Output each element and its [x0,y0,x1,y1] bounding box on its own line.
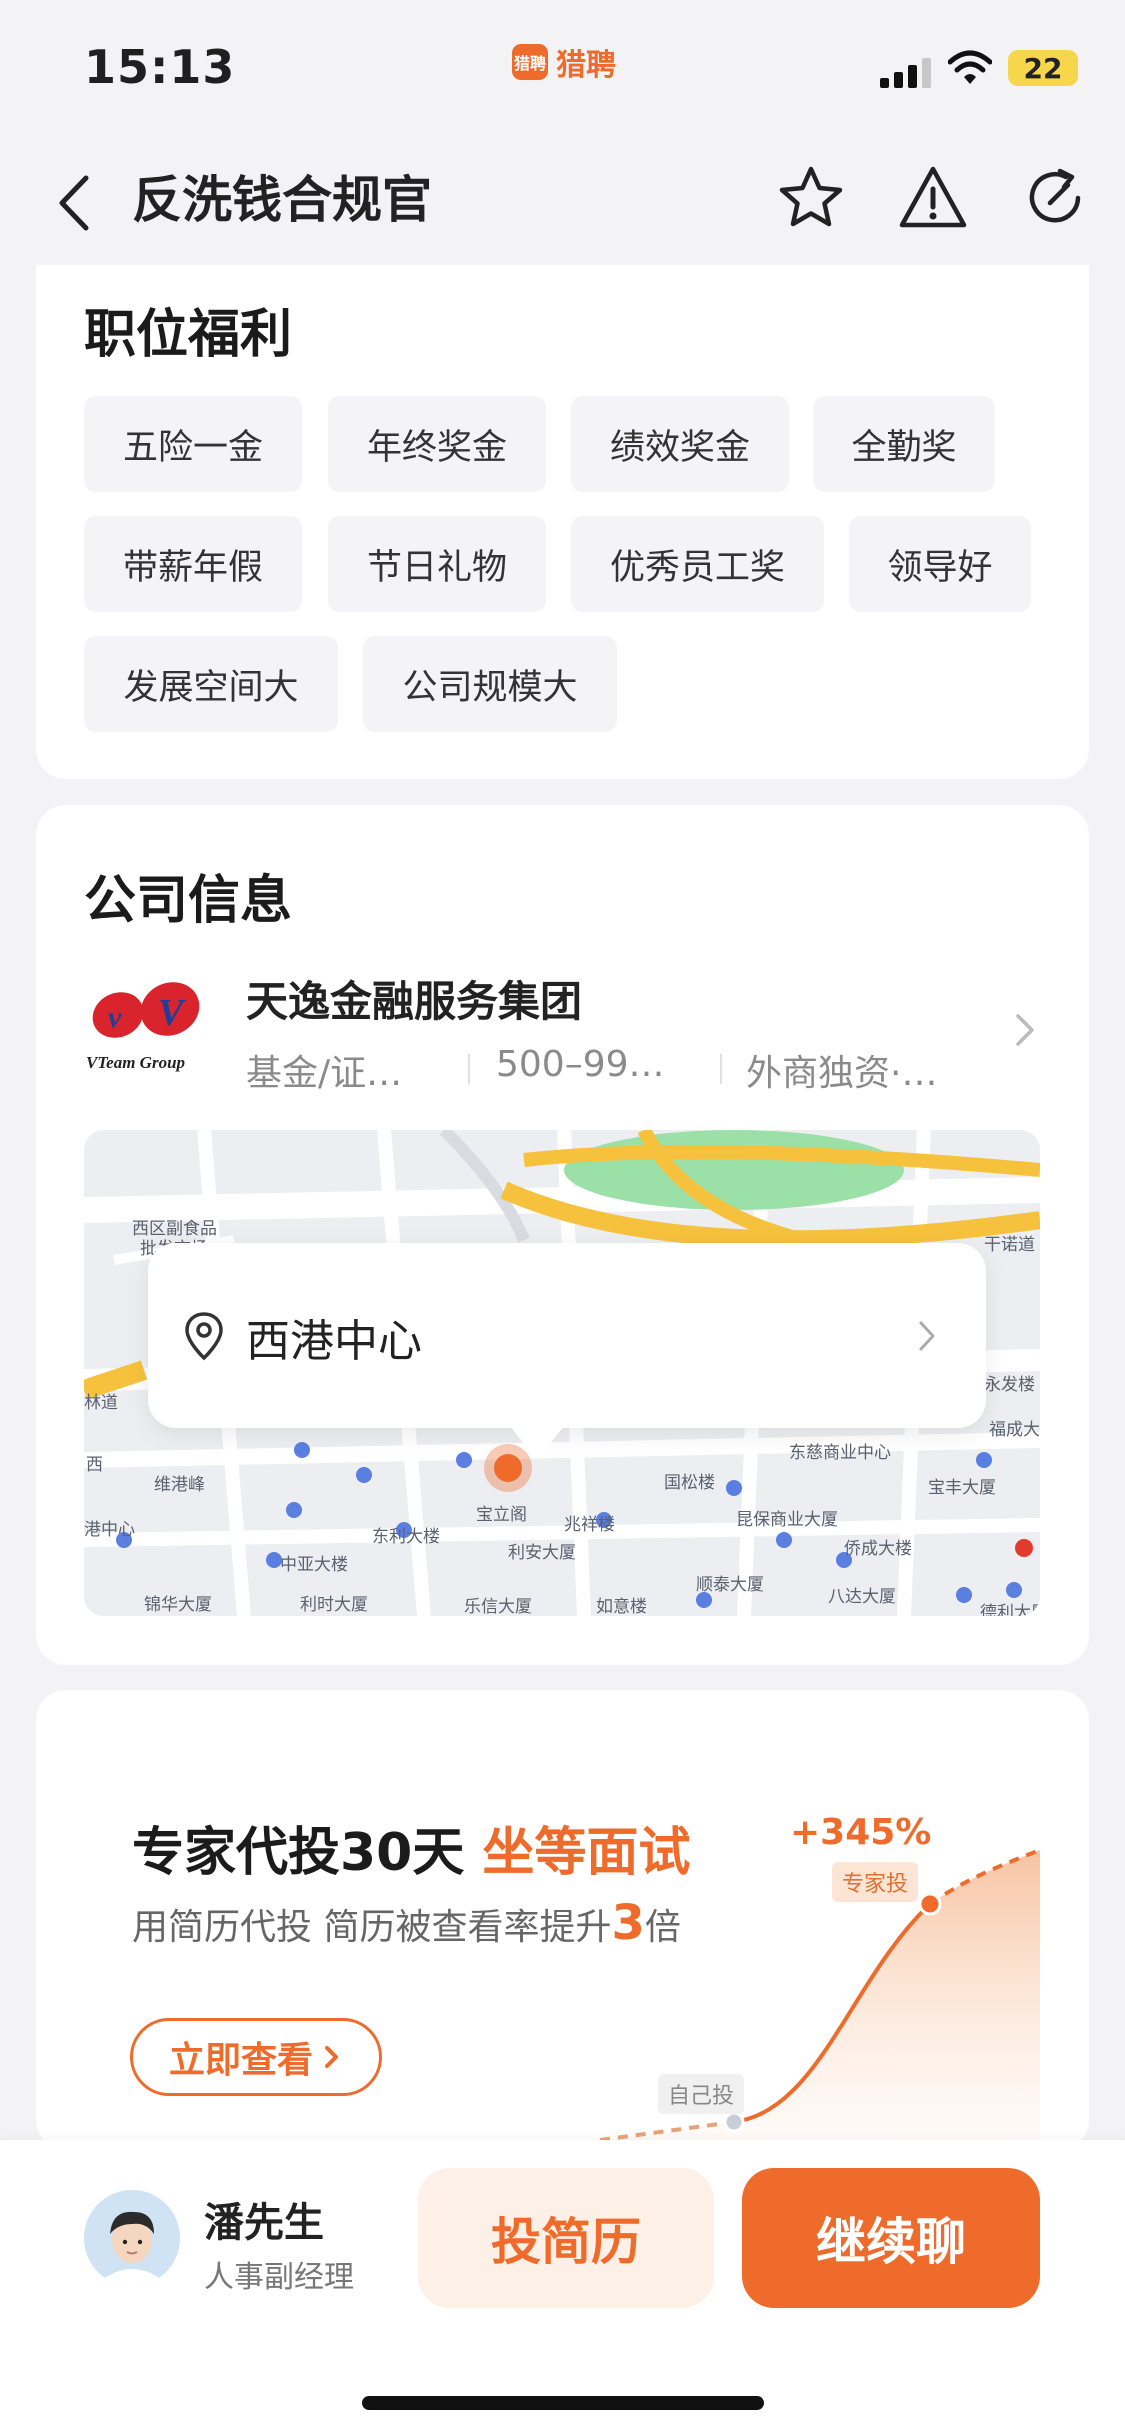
chevron-right-icon[interactable] [916,1318,938,1354]
cellular-signal-icon [880,58,931,88]
battery-indicator: 22 [1008,50,1078,86]
benefit-tag: 绩效奖金 [571,396,789,492]
map-label: 国松楼 [664,1473,715,1493]
send-resume-button[interactable]: 投简历 [418,2168,714,2308]
avatar-icon [84,2190,180,2286]
promo-title-main: 专家代投30天 [132,1823,465,1883]
svg-text:V: V [158,992,186,1034]
benefit-tag: 领导好 [849,516,1031,612]
company-name[interactable]: 天逸金融服务集团 [246,968,582,1029]
avatar[interactable] [84,2190,180,2286]
meta-divider [468,1054,470,1084]
refresh-icon[interactable] [1020,163,1090,233]
self-label: 自己投 [658,2074,745,2114]
promo-subtitle-num: 3 [611,1895,645,1951]
benefits-title: 职位福利 [84,305,293,365]
chevron-right-icon [325,2046,338,2068]
map-label: 锦华大厦 [144,1595,212,1615]
map-label: 昆保商业大厦 [736,1510,838,1530]
star-icon[interactable] [776,163,846,233]
map-label: 林道 [84,1393,118,1413]
map-label: 利安大厦 [508,1543,576,1563]
map-label: 永发楼 [984,1375,1035,1395]
promo-subtitle: 用简历代投 简历被查看率提升3倍 [132,1895,681,1951]
expert-label: 专家投 [832,1862,919,1902]
home-indicator[interactable] [362,2396,764,2410]
view-now-label: 立即查看 [168,2040,313,2081]
hr-role: 人事副经理 [204,2260,354,2295]
map-label: 兆祥楼 [564,1515,615,1535]
page-title: 反洗钱合规官 [132,171,432,229]
map-label: 港中心 [84,1520,135,1540]
status-time: 15:13 [84,40,236,94]
location-name[interactable]: 西港中心 [246,1305,422,1369]
company-section-title: 公司信息 [84,871,293,931]
benefit-tag: 发展空间大 [84,636,338,732]
meta-divider [720,1054,722,1084]
benefit-tag: 年终奖金 [328,396,546,492]
benefit-tag: 优秀员工奖 [571,516,824,612]
app-indicator: 猎聘 猎聘 [512,40,616,84]
benefit-tag: 全勤奖 [813,396,995,492]
company-logo-text: VTeam Group [86,1053,186,1072]
company-size: 500–99… [496,1044,665,1085]
svg-text:v: v [108,1001,122,1034]
promo-title-highlight: 坐等面试 [482,1823,691,1883]
map-card-pointer [505,1420,569,1460]
promo-subtitle-pre: 用简历代投 简历被查看率提升 [132,1907,612,1948]
map-label: 宝立阁 [476,1505,527,1525]
promo-subtitle-post: 倍 [644,1907,681,1948]
app-name: 猎聘 [556,48,616,83]
benefit-tag: 节日礼物 [328,516,546,612]
map-label: 利时大厦 [300,1595,368,1615]
map-label: 中亚大楼 [280,1555,348,1575]
map-label: 侨成大楼 [844,1539,912,1559]
promo-title: 专家代投30天 坐等面试 [132,1810,690,1885]
growth-percentage: +345% [790,1812,932,1853]
map-label: 如意楼 [596,1597,647,1616]
map-label: 八达大厦 [828,1587,896,1607]
map-label: 乐信大厦 [464,1597,532,1616]
map-label: 东利大楼 [372,1527,440,1547]
benefit-tag: 带薪年假 [84,516,302,612]
chevron-right-icon[interactable] [1010,1008,1040,1052]
map-label: 宝丰大厦 [928,1478,996,1498]
continue-chat-button[interactable]: 继续聊 [742,2168,1040,2308]
map-label: 德利大厦 [980,1603,1040,1616]
company-logo-icon: v V [92,982,200,1038]
view-now-button[interactable]: 立即查看 [130,2018,382,2096]
company-logo[interactable]: v V VTeam Group [86,975,208,1075]
benefit-tag: 公司规模大 [363,636,617,732]
warning-icon[interactable] [898,163,968,233]
app-logo-icon: 猎聘 [512,44,548,80]
location-pin-icon [185,1312,223,1361]
company-industry: 基金/证… [246,1053,403,1094]
map-label: 顺泰大厦 [696,1575,764,1595]
map-label: 福成大 [989,1420,1040,1440]
company-type: 外商独资·… [746,1053,938,1094]
map-label: 东慈商业中心 [789,1443,891,1463]
map-label: 维港峰 [154,1475,205,1495]
hr-name: 潘先生 [204,2200,324,2246]
wifi-icon [948,50,992,84]
benefit-tag: 五险一金 [84,396,302,492]
map-label: 西 [86,1455,103,1475]
back-chevron-icon[interactable] [48,168,98,238]
map-label: 干诺道 [984,1235,1035,1255]
